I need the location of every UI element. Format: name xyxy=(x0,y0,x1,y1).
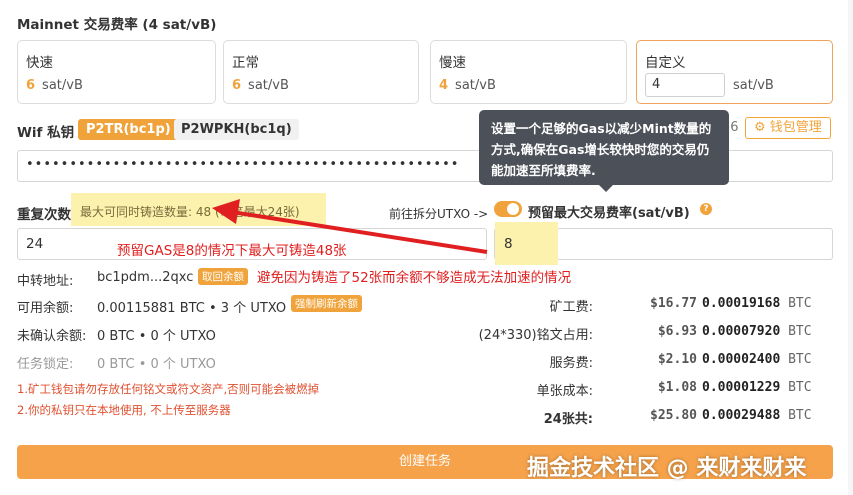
unconfirmed-balance-label: 未确认余额: xyxy=(17,329,87,344)
cost-label: (24*330)铭文占用: xyxy=(478,328,593,343)
note-line: 2.你的私钥只在本地使用, 不上传至服务器 xyxy=(17,403,231,417)
cost-unit: BTC xyxy=(788,352,812,367)
cost-label: 24张共: xyxy=(543,412,593,427)
task-locked-value: 0 BTC • 0 个 UTXO xyxy=(97,357,216,372)
cost-btc: 0.00001229 xyxy=(702,380,781,395)
cost-unit: BTC xyxy=(788,408,812,423)
cost-btc: 0.00019168 xyxy=(702,296,781,311)
cost-label: 单张成本: xyxy=(536,384,593,399)
cost-unit: BTC xyxy=(788,380,812,395)
cost-btc: 0.00029488 xyxy=(702,408,781,423)
relay-address-label: 中转地址: xyxy=(17,274,74,289)
task-locked-label: 任务锁定: xyxy=(17,357,74,372)
available-balance-label: 可用余额: xyxy=(17,301,74,316)
cost-usd: $1.08 xyxy=(657,380,697,395)
annotation-arrow-text: 预留GAS是8的情况下最大可铸造48张 xyxy=(117,243,347,259)
retrieve-balance-button[interactable]: 取回余额 xyxy=(198,268,248,285)
watermark: 掘金技术社区 @ 来财来财来 xyxy=(527,456,807,481)
cost-unit: BTC xyxy=(788,324,812,339)
cost-label: 矿工费: xyxy=(549,300,593,315)
cost-usd: $6.93 xyxy=(657,324,697,339)
cost-usd: $2.10 xyxy=(657,352,697,367)
cost-usd: $25.80 xyxy=(650,408,697,423)
cost-unit: BTC xyxy=(788,296,812,311)
cost-label: 服务费: xyxy=(549,356,593,371)
annotation-avoid-text: 避免因为铸造了52张而余额不够造成无法加速的情况 xyxy=(257,270,572,286)
unconfirmed-balance-value: 0 BTC • 0 个 UTXO xyxy=(97,329,216,344)
available-balance-value: 0.00115881 BTC • 3 个 UTXO xyxy=(97,301,287,316)
cost-btc: 0.00002400 xyxy=(702,352,781,367)
cost-btc: 0.00007920 xyxy=(702,324,781,339)
relay-address-value: bc1pdm...2qxc xyxy=(97,270,194,285)
refresh-balance-button[interactable]: 强制刷新余额 xyxy=(291,295,362,312)
note-line: 1.矿工钱包请勿存放任何铭文或符文资产,否则可能会被燃掉 xyxy=(17,382,320,396)
cost-usd: $16.77 xyxy=(650,296,697,311)
